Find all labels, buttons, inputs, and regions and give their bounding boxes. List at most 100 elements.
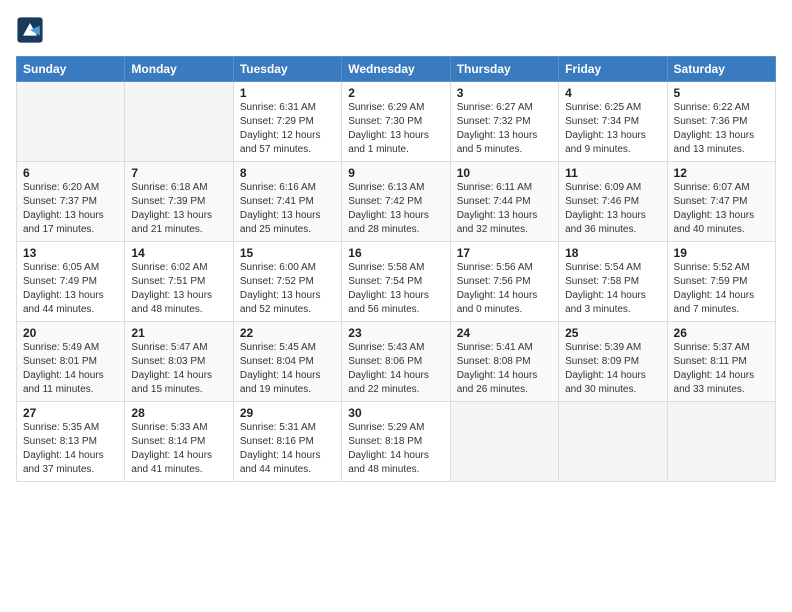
day-info: Sunrise: 6:18 AM Sunset: 7:39 PM Dayligh… (131, 181, 226, 237)
calendar-week-row: 1Sunrise: 6:31 AM Sunset: 7:29 PM Daylig… (17, 82, 776, 162)
day-number: 27 (23, 406, 118, 420)
day-number: 2 (348, 86, 443, 100)
calendar-cell: 13Sunrise: 6:05 AM Sunset: 7:49 PM Dayli… (17, 242, 125, 322)
calendar-day-header: Saturday (667, 57, 775, 82)
day-number: 11 (565, 166, 660, 180)
day-info: Sunrise: 6:20 AM Sunset: 7:37 PM Dayligh… (23, 181, 118, 237)
day-number: 21 (131, 326, 226, 340)
day-number: 17 (457, 246, 552, 260)
day-info: Sunrise: 5:54 AM Sunset: 7:58 PM Dayligh… (565, 261, 660, 317)
day-number: 26 (674, 326, 769, 340)
calendar-day-header: Tuesday (233, 57, 341, 82)
calendar-cell: 17Sunrise: 5:56 AM Sunset: 7:56 PM Dayli… (450, 242, 558, 322)
calendar-day-header: Wednesday (342, 57, 450, 82)
calendar-cell: 18Sunrise: 5:54 AM Sunset: 7:58 PM Dayli… (559, 242, 667, 322)
calendar-cell: 8Sunrise: 6:16 AM Sunset: 7:41 PM Daylig… (233, 162, 341, 242)
calendar-cell: 27Sunrise: 5:35 AM Sunset: 8:13 PM Dayli… (17, 402, 125, 482)
calendar-cell: 29Sunrise: 5:31 AM Sunset: 8:16 PM Dayli… (233, 402, 341, 482)
day-info: Sunrise: 6:31 AM Sunset: 7:29 PM Dayligh… (240, 101, 335, 157)
calendar-day-header: Sunday (17, 57, 125, 82)
day-info: Sunrise: 6:25 AM Sunset: 7:34 PM Dayligh… (565, 101, 660, 157)
calendar-cell: 28Sunrise: 5:33 AM Sunset: 8:14 PM Dayli… (125, 402, 233, 482)
day-number: 8 (240, 166, 335, 180)
calendar-day-header: Thursday (450, 57, 558, 82)
calendar-header-row: SundayMondayTuesdayWednesdayThursdayFrid… (17, 57, 776, 82)
calendar-cell: 30Sunrise: 5:29 AM Sunset: 8:18 PM Dayli… (342, 402, 450, 482)
day-number: 10 (457, 166, 552, 180)
calendar-cell: 11Sunrise: 6:09 AM Sunset: 7:46 PM Dayli… (559, 162, 667, 242)
page-container: SundayMondayTuesdayWednesdayThursdayFrid… (0, 0, 792, 492)
day-number: 20 (23, 326, 118, 340)
calendar-cell (559, 402, 667, 482)
day-number: 23 (348, 326, 443, 340)
day-number: 29 (240, 406, 335, 420)
calendar-cell (17, 82, 125, 162)
calendar-day-header: Monday (125, 57, 233, 82)
day-info: Sunrise: 6:22 AM Sunset: 7:36 PM Dayligh… (674, 101, 769, 157)
day-number: 7 (131, 166, 226, 180)
day-info: Sunrise: 5:35 AM Sunset: 8:13 PM Dayligh… (23, 421, 118, 477)
calendar-cell: 16Sunrise: 5:58 AM Sunset: 7:54 PM Dayli… (342, 242, 450, 322)
day-number: 12 (674, 166, 769, 180)
day-number: 22 (240, 326, 335, 340)
calendar-cell: 10Sunrise: 6:11 AM Sunset: 7:44 PM Dayli… (450, 162, 558, 242)
day-info: Sunrise: 5:31 AM Sunset: 8:16 PM Dayligh… (240, 421, 335, 477)
calendar-cell: 9Sunrise: 6:13 AM Sunset: 7:42 PM Daylig… (342, 162, 450, 242)
day-info: Sunrise: 6:02 AM Sunset: 7:51 PM Dayligh… (131, 261, 226, 317)
day-info: Sunrise: 5:45 AM Sunset: 8:04 PM Dayligh… (240, 341, 335, 397)
calendar-table: SundayMondayTuesdayWednesdayThursdayFrid… (16, 56, 776, 482)
day-info: Sunrise: 6:05 AM Sunset: 7:49 PM Dayligh… (23, 261, 118, 317)
day-number: 4 (565, 86, 660, 100)
calendar-cell: 24Sunrise: 5:41 AM Sunset: 8:08 PM Dayli… (450, 322, 558, 402)
day-info: Sunrise: 5:29 AM Sunset: 8:18 PM Dayligh… (348, 421, 443, 477)
calendar-cell: 19Sunrise: 5:52 AM Sunset: 7:59 PM Dayli… (667, 242, 775, 322)
day-info: Sunrise: 5:47 AM Sunset: 8:03 PM Dayligh… (131, 341, 226, 397)
day-number: 16 (348, 246, 443, 260)
calendar-cell: 21Sunrise: 5:47 AM Sunset: 8:03 PM Dayli… (125, 322, 233, 402)
calendar-cell: 6Sunrise: 6:20 AM Sunset: 7:37 PM Daylig… (17, 162, 125, 242)
calendar-cell: 23Sunrise: 5:43 AM Sunset: 8:06 PM Dayli… (342, 322, 450, 402)
day-info: Sunrise: 5:39 AM Sunset: 8:09 PM Dayligh… (565, 341, 660, 397)
calendar-week-row: 20Sunrise: 5:49 AM Sunset: 8:01 PM Dayli… (17, 322, 776, 402)
calendar-week-row: 13Sunrise: 6:05 AM Sunset: 7:49 PM Dayli… (17, 242, 776, 322)
calendar-day-header: Friday (559, 57, 667, 82)
day-info: Sunrise: 5:33 AM Sunset: 8:14 PM Dayligh… (131, 421, 226, 477)
day-number: 5 (674, 86, 769, 100)
calendar-cell: 5Sunrise: 6:22 AM Sunset: 7:36 PM Daylig… (667, 82, 775, 162)
day-info: Sunrise: 6:29 AM Sunset: 7:30 PM Dayligh… (348, 101, 443, 157)
day-info: Sunrise: 6:07 AM Sunset: 7:47 PM Dayligh… (674, 181, 769, 237)
day-info: Sunrise: 5:43 AM Sunset: 8:06 PM Dayligh… (348, 341, 443, 397)
day-number: 15 (240, 246, 335, 260)
day-number: 28 (131, 406, 226, 420)
day-number: 19 (674, 246, 769, 260)
day-info: Sunrise: 6:00 AM Sunset: 7:52 PM Dayligh… (240, 261, 335, 317)
day-number: 14 (131, 246, 226, 260)
day-info: Sunrise: 5:49 AM Sunset: 8:01 PM Dayligh… (23, 341, 118, 397)
calendar-cell: 25Sunrise: 5:39 AM Sunset: 8:09 PM Dayli… (559, 322, 667, 402)
day-info: Sunrise: 6:16 AM Sunset: 7:41 PM Dayligh… (240, 181, 335, 237)
day-number: 24 (457, 326, 552, 340)
day-number: 18 (565, 246, 660, 260)
day-info: Sunrise: 6:13 AM Sunset: 7:42 PM Dayligh… (348, 181, 443, 237)
calendar-cell: 20Sunrise: 5:49 AM Sunset: 8:01 PM Dayli… (17, 322, 125, 402)
calendar-cell: 2Sunrise: 6:29 AM Sunset: 7:30 PM Daylig… (342, 82, 450, 162)
day-info: Sunrise: 5:52 AM Sunset: 7:59 PM Dayligh… (674, 261, 769, 317)
day-info: Sunrise: 5:56 AM Sunset: 7:56 PM Dayligh… (457, 261, 552, 317)
day-number: 1 (240, 86, 335, 100)
logo (16, 16, 46, 44)
day-number: 9 (348, 166, 443, 180)
calendar-cell (667, 402, 775, 482)
calendar-week-row: 6Sunrise: 6:20 AM Sunset: 7:37 PM Daylig… (17, 162, 776, 242)
day-number: 6 (23, 166, 118, 180)
logo-icon (16, 16, 44, 44)
day-number: 25 (565, 326, 660, 340)
calendar-cell: 3Sunrise: 6:27 AM Sunset: 7:32 PM Daylig… (450, 82, 558, 162)
calendar-cell: 7Sunrise: 6:18 AM Sunset: 7:39 PM Daylig… (125, 162, 233, 242)
calendar-cell: 15Sunrise: 6:00 AM Sunset: 7:52 PM Dayli… (233, 242, 341, 322)
calendar-cell (125, 82, 233, 162)
calendar-cell: 1Sunrise: 6:31 AM Sunset: 7:29 PM Daylig… (233, 82, 341, 162)
day-info: Sunrise: 6:11 AM Sunset: 7:44 PM Dayligh… (457, 181, 552, 237)
day-number: 3 (457, 86, 552, 100)
calendar-cell (450, 402, 558, 482)
calendar-cell: 12Sunrise: 6:07 AM Sunset: 7:47 PM Dayli… (667, 162, 775, 242)
